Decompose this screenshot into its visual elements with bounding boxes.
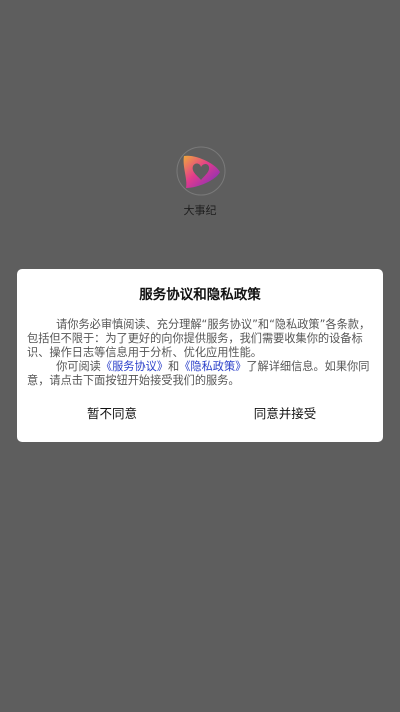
app-logo-icon (176, 146, 226, 196)
service-agreement-link[interactable]: 《服务协议》 (101, 360, 168, 373)
accept-button[interactable]: 同意并接受 (230, 403, 340, 425)
privacy-policy-link[interactable]: 《隐私政策》 (179, 360, 246, 373)
privacy-consent-dialog: 服务协议和隐私政策 请你务必审慎阅读、充分理解“服务协议”和“隐私政策”各条款，… (17, 269, 383, 442)
dialog-body: 请你务必审慎阅读、充分理解“服务协议”和“隐私政策”各条款，包括但不限于：为了更… (27, 318, 377, 388)
consent-paragraph-1: 请你务必审慎阅读、充分理解“服务协议”和“隐私政策”各条款，包括但不限于：为了更… (27, 318, 371, 359)
dialog-title: 服务协议和隐私政策 (139, 287, 261, 303)
decline-button[interactable]: 暂不同意 (57, 403, 167, 425)
splash-screen: 大事纪 服务协议和隐私政策 请你务必审慎阅读、充分理解“服务协议”和“隐私政策”… (0, 0, 400, 712)
paragraph-2-prefix: 你可阅读 (56, 360, 101, 373)
conjunction-text: 和 (168, 360, 180, 373)
app-name: 大事纪 (183, 204, 217, 217)
consent-paragraph-2: 你可阅读《服务协议》和《隐私政策》了解详细信息。如果你同意，请点击下面按钮开始接… (27, 360, 377, 388)
